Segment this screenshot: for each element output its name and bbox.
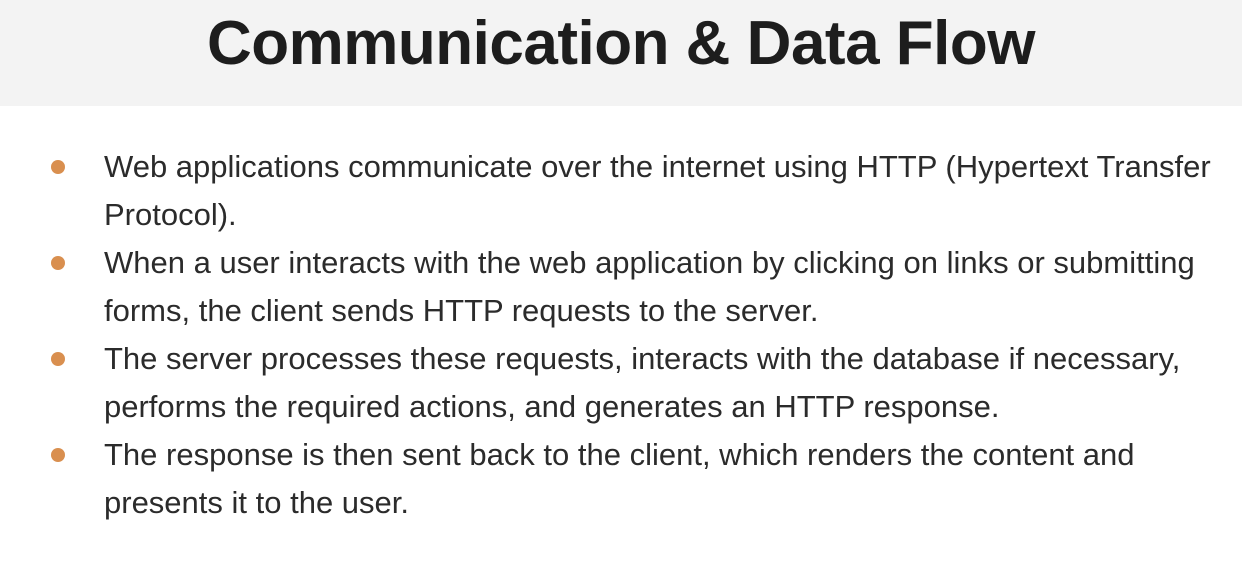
bullet-text: Web applications communicate over the in… bbox=[104, 149, 1211, 232]
bullet-list: Web applications communicate over the in… bbox=[0, 143, 1242, 527]
bullet-icon bbox=[51, 256, 65, 270]
bullet-icon bbox=[51, 448, 65, 462]
title-band: Communication & Data Flow bbox=[0, 0, 1242, 106]
list-item: When a user interacts with the web appli… bbox=[0, 239, 1224, 335]
bullet-text: The response is then sent back to the cl… bbox=[104, 437, 1135, 520]
list-item: Web applications communicate over the in… bbox=[0, 143, 1224, 239]
slide-title: Communication & Data Flow bbox=[207, 9, 1035, 78]
bullet-text: When a user interacts with the web appli… bbox=[104, 245, 1195, 328]
list-item: The server processes these requests, int… bbox=[0, 335, 1224, 431]
bullet-icon bbox=[51, 160, 65, 174]
bullet-icon bbox=[51, 352, 65, 366]
bullet-text: The server processes these requests, int… bbox=[104, 341, 1181, 424]
list-item: The response is then sent back to the cl… bbox=[0, 431, 1224, 527]
